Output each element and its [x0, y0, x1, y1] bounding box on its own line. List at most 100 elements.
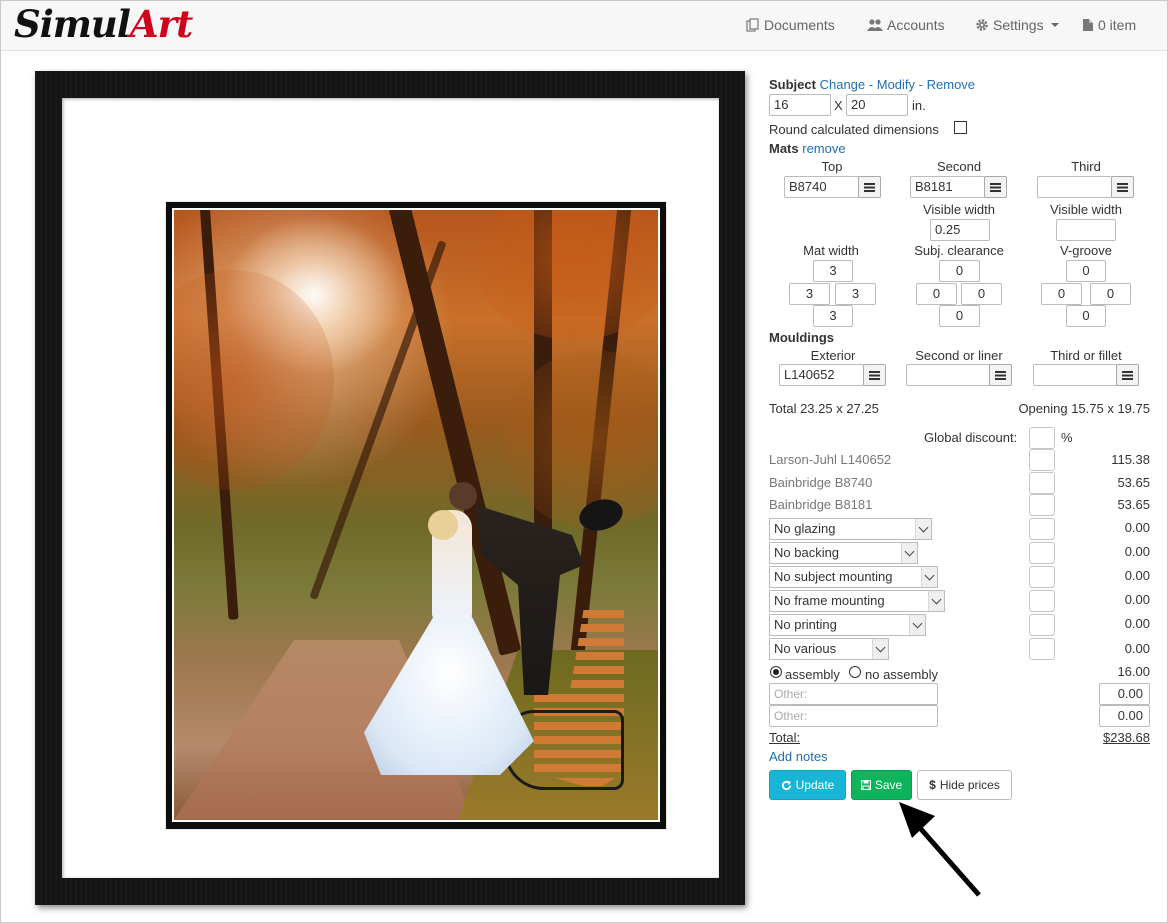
percent-label: % [1061, 430, 1073, 445]
total-dimensions: Total 23.25 x 27.25 [769, 401, 879, 416]
other-price-input[interactable]: 0.00 [1099, 683, 1150, 705]
chevron-down-icon [915, 519, 931, 539]
moulding-exterior-browse-button[interactable] [863, 364, 886, 386]
subject-row: Subject Change - Modify - Remove [769, 77, 975, 92]
top-mat [62, 98, 719, 878]
subject-mounting-select-value: No subject mounting [774, 569, 893, 584]
mat-width-left-input[interactable]: 3 [789, 283, 830, 305]
subject-mounting-price: 0.00 [1124, 568, 1150, 583]
third-visible-width-input[interactable] [1056, 219, 1116, 241]
configuration-panel: Subject Change - Modify - Remove 16 X 20… [769, 0, 1152, 923]
moulding-exterior-code-input[interactable]: L140652 [779, 364, 864, 386]
subject-change-link[interactable]: Change [820, 77, 866, 92]
unit-label: in. [912, 98, 926, 113]
subject-mounting-discount-input[interactable] [1029, 566, 1055, 588]
vgroove-bottom-input[interactable]: 0 [1066, 305, 1106, 327]
mat-width-top-input[interactable]: 3 [813, 260, 853, 282]
frame-mounting-price: 0.00 [1124, 592, 1150, 607]
frame-mounting-select[interactable]: No frame mounting [769, 590, 945, 612]
update-button[interactable]: Update [769, 770, 846, 800]
photo-border [172, 208, 660, 822]
moulding-third-code-input[interactable] [1033, 364, 1117, 386]
total-label: Total: [769, 730, 801, 745]
mat-width-bottom-input[interactable]: 3 [813, 305, 853, 327]
hide-prices-button[interactable]: $ Hide prices [917, 770, 1012, 800]
v-groove-label: V-groove [1059, 243, 1113, 258]
moulding-third-browse-button[interactable] [1116, 364, 1139, 386]
mat-second-heading: Second [936, 159, 982, 174]
clearance-bottom-input[interactable]: 0 [939, 305, 980, 327]
round-dimensions-checkbox[interactable] [954, 121, 967, 134]
line-item-discount-input[interactable] [1029, 494, 1055, 516]
clearance-left-input[interactable]: 0 [916, 283, 957, 305]
line-item-price: 115.38 [1111, 452, 1150, 467]
subject-height-input[interactable]: 20 [846, 94, 908, 116]
moulding-second-browse-button[interactable] [989, 364, 1012, 386]
various-select[interactable]: No various [769, 638, 889, 660]
frame-mounting-select-value: No frame mounting [774, 593, 885, 608]
opening-dimensions: Opening 15.75 x 19.75 [1018, 401, 1150, 416]
frame-preview [35, 71, 745, 905]
mat-third-browse-button[interactable] [1111, 176, 1134, 198]
moulding-second-heading: Second or liner [915, 348, 1003, 363]
documents-icon [746, 18, 759, 32]
times-label: X [834, 98, 843, 113]
other-description-input[interactable]: Other: [769, 705, 938, 727]
assembly-label: assembly [785, 667, 840, 682]
mat-top-code-input[interactable]: B8740 [784, 176, 859, 198]
second-visible-width-input[interactable]: 0.25 [930, 219, 990, 241]
glazing-select[interactable]: No glazing [769, 518, 932, 540]
vgroove-right-input[interactable]: 0 [1090, 283, 1131, 305]
other-description-input[interactable]: Other: [769, 683, 938, 705]
clearance-top-input[interactable]: 0 [939, 260, 980, 282]
printing-discount-input[interactable] [1029, 614, 1055, 636]
moulding-second-code-input[interactable] [906, 364, 990, 386]
menu-icon [864, 182, 875, 192]
various-price: 0.00 [1124, 641, 1150, 656]
mat-width-right-input[interactable]: 3 [835, 283, 876, 305]
assembly-price: 16.00 [1117, 664, 1150, 679]
vgroove-left-input[interactable]: 0 [1041, 283, 1082, 305]
mats-header: Mats remove [769, 141, 846, 156]
add-notes-link[interactable]: Add notes [769, 749, 828, 764]
subject-modify-link[interactable]: Modify [877, 77, 915, 92]
assembly-radio[interactable] [770, 666, 782, 678]
menu-icon [1117, 182, 1128, 192]
subject-mounting-select[interactable]: No subject mounting [769, 566, 938, 588]
mat-third-code-input[interactable] [1037, 176, 1112, 198]
floppy-disk-icon [860, 780, 871, 790]
frame-mounting-discount-input[interactable] [1029, 590, 1055, 612]
line-item-name: Bainbridge B8181 [769, 497, 873, 512]
printing-select[interactable]: No printing [769, 614, 926, 636]
mat-second-code-input[interactable]: B8181 [910, 176, 985, 198]
moulding-third-heading: Third or fillet [1050, 348, 1122, 363]
mat-second-browse-button[interactable] [984, 176, 1007, 198]
mat-top-browse-button[interactable] [858, 176, 881, 198]
vgroove-top-input[interactable]: 0 [1066, 260, 1106, 282]
chevron-down-icon [872, 639, 888, 659]
subject-width-input[interactable]: 16 [769, 94, 831, 116]
various-discount-input[interactable] [1029, 638, 1055, 660]
logo[interactable]: SimulArt [14, 2, 193, 46]
clearance-right-input[interactable]: 0 [961, 283, 1002, 305]
glazing-discount-input[interactable] [1029, 518, 1055, 540]
no-assembly-radio[interactable] [849, 666, 861, 678]
line-item-discount-input[interactable] [1029, 449, 1055, 471]
separator: - [918, 77, 923, 92]
mouldings-label: Mouldings [769, 330, 834, 345]
mats-label: Mats [769, 141, 799, 156]
backing-select[interactable]: No backing [769, 542, 918, 564]
chevron-down-icon [928, 591, 944, 611]
line-item-discount-input[interactable] [1029, 472, 1055, 494]
subject-remove-link[interactable]: Remove [927, 77, 975, 92]
backing-discount-input[interactable] [1029, 542, 1055, 564]
save-button[interactable]: Save [851, 770, 912, 800]
global-discount-input[interactable] [1029, 427, 1055, 449]
third-visible-width-label: Visible width [1049, 202, 1123, 217]
other-price-input[interactable]: 0.00 [1099, 705, 1150, 727]
subject-clearance-label: Subj. clearance [914, 243, 1004, 258]
mat-third-heading: Third [1071, 159, 1101, 174]
total-value: $238.68 [1103, 730, 1150, 745]
mat-width-label: Mat width [803, 243, 859, 258]
mats-remove-link[interactable]: remove [802, 141, 845, 156]
